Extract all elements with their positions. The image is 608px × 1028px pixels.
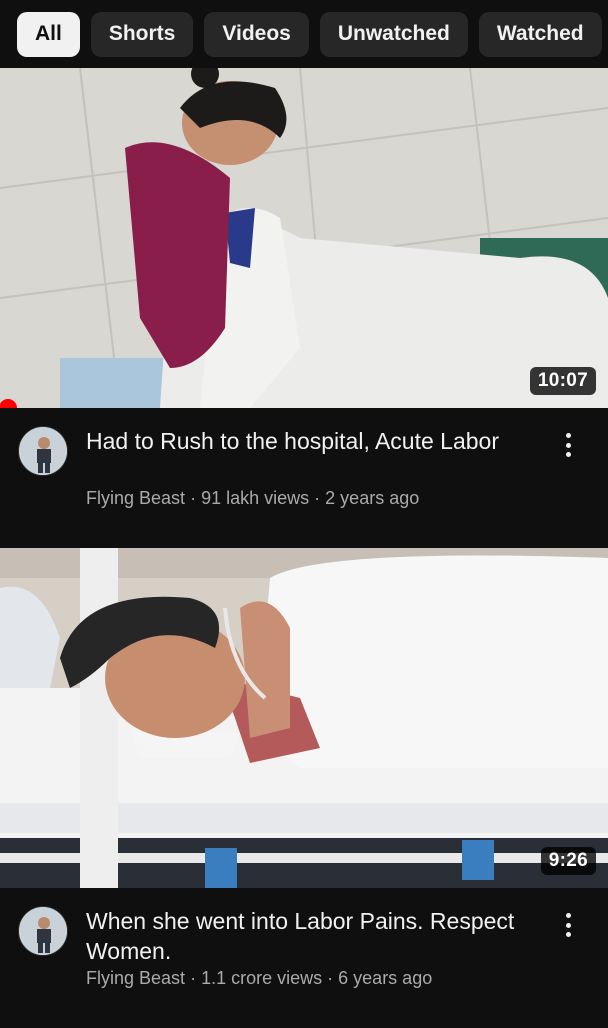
- avatar-image: [19, 907, 67, 955]
- avatar-image: [19, 427, 67, 475]
- video-thumbnail[interactable]: 9:26: [0, 548, 608, 888]
- vertical-ellipsis-icon[interactable]: [556, 430, 580, 460]
- video-subtitle: Flying Beast · 1.1 crore views · 6 years…: [86, 968, 556, 989]
- video-title[interactable]: Had to Rush to the hospital, Acute Labor: [86, 426, 516, 456]
- channel-avatar[interactable]: [18, 426, 68, 476]
- thumbnail-image: [0, 548, 608, 888]
- channel-name[interactable]: Flying Beast: [86, 488, 185, 508]
- video-duration: 10:07: [529, 367, 596, 395]
- video-duration: 9:26: [540, 847, 596, 875]
- video-meta[interactable]: Had to Rush to the hospital, Acute Labor…: [0, 408, 608, 548]
- video-title[interactable]: When she went into Labor Pains. Respect …: [86, 906, 516, 966]
- video-meta[interactable]: When she went into Labor Pains. Respect …: [0, 888, 608, 1028]
- upload-age: 6 years ago: [338, 968, 433, 988]
- separator: ·: [190, 968, 197, 988]
- chip-unwatched[interactable]: Unwatched: [319, 11, 468, 57]
- separator: ·: [314, 488, 321, 508]
- chip-shorts[interactable]: Shorts: [90, 11, 194, 57]
- channel-name[interactable]: Flying Beast: [86, 968, 185, 988]
- view-count: 1.1 crore views: [201, 968, 323, 988]
- chip-watched[interactable]: Watched: [478, 11, 602, 57]
- channel-avatar[interactable]: [18, 906, 68, 956]
- view-count: 91 lakh views: [201, 488, 310, 508]
- separator: ·: [190, 488, 197, 508]
- thumbnail-image: [0, 68, 608, 408]
- chip-all[interactable]: All: [17, 11, 80, 57]
- video-thumbnail[interactable]: 10:07: [0, 68, 608, 408]
- chip-videos[interactable]: Videos: [204, 11, 309, 57]
- filter-chip-bar: All Shorts Videos Unwatched Watched: [0, 0, 608, 68]
- vertical-ellipsis-icon[interactable]: [556, 910, 580, 940]
- upload-age: 2 years ago: [325, 488, 420, 508]
- video-subtitle: Flying Beast · 91 lakh views · 2 years a…: [86, 488, 556, 509]
- separator: ·: [327, 968, 334, 988]
